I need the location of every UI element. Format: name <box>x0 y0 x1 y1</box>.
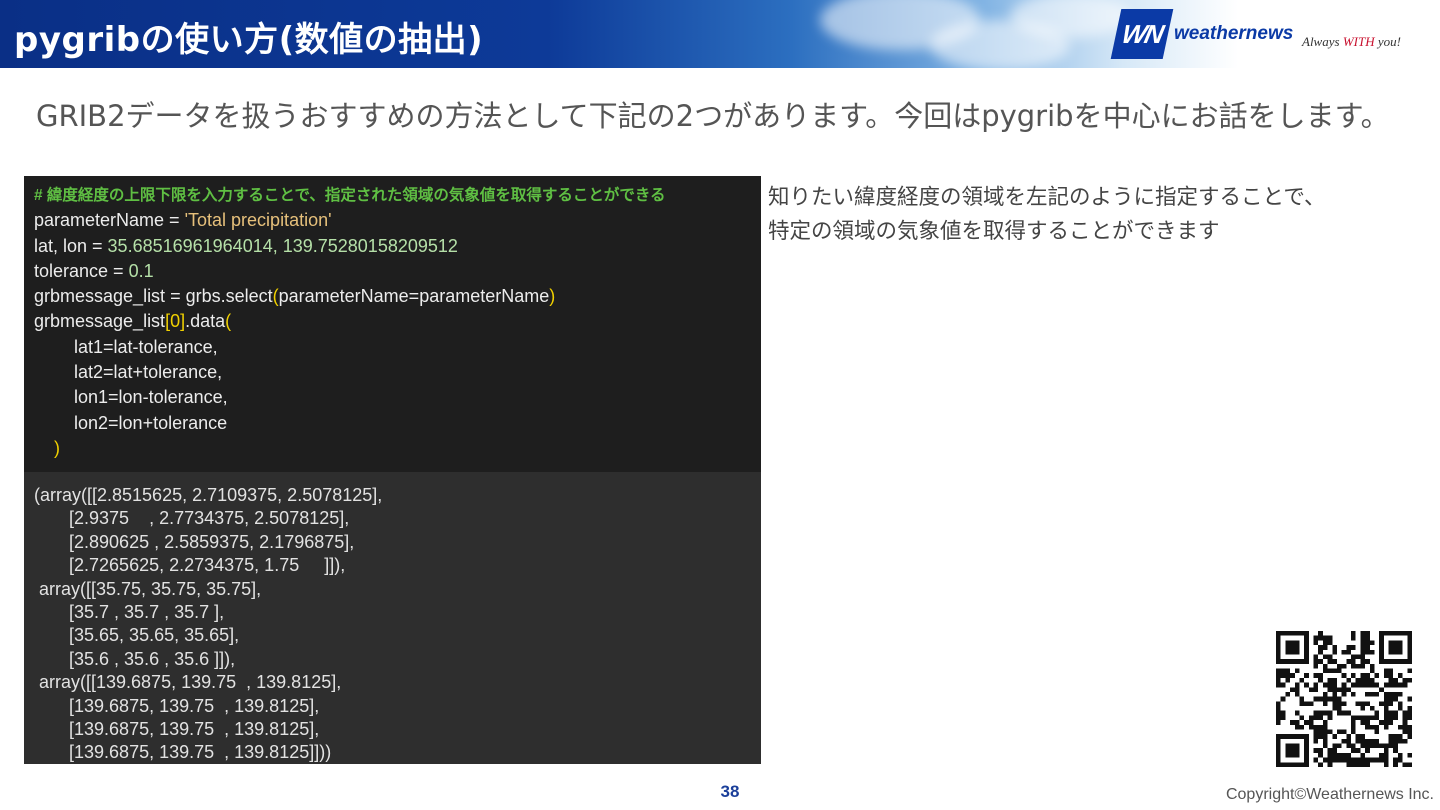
output-line: [2.9375 , 2.7734375, 2.5078125], <box>34 508 350 529</box>
code-text: .data <box>185 311 226 332</box>
output-line: [35.6 , 35.6 , 35.6 ]]), <box>34 648 236 669</box>
code-bracket: ) <box>34 437 60 458</box>
output-line: [2.7265625, 2.2734375, 1.75 ]]), <box>34 555 346 576</box>
output-line: [139.6875, 139.75 , 139.8125], <box>34 719 320 740</box>
output-line: [35.7 , 35.7 , 35.7 ], <box>34 602 225 623</box>
output-line: [35.65, 35.65, 35.65], <box>34 625 240 646</box>
code-line: parameterName = 'Total precipitation' <box>34 208 761 233</box>
code-bracket: [0] <box>165 311 186 332</box>
output-line: [2.890625 , 2.5859375, 2.1796875], <box>34 531 355 552</box>
code-text: parameterName = <box>34 210 185 231</box>
code-comment: # 緯度経度の上限下限を入力することで、指定された領域の気象値を取得することがで… <box>34 187 666 204</box>
explanation-text: 知りたい緯度経度の領域を左記のように指定することで、 特定の領域の気象値を取得す… <box>768 181 1408 249</box>
weathernews-logo: WN weathernews <box>1110 6 1294 62</box>
output-line: (array([[2.8515625, 2.7109375, 2.5078125… <box>34 485 383 505</box>
output-line: array([[139.6875, 139.75 , 139.8125], <box>34 672 342 693</box>
code-number: 0.1 <box>128 260 154 281</box>
code-text: lat, lon = <box>34 235 108 256</box>
tagline-prefix: Always <box>1302 34 1343 49</box>
slide-title: pygribの使い方(数値の抽出) <box>14 20 484 60</box>
logo-mark: WN <box>1110 9 1174 59</box>
logo-wordmark: weathernews <box>1174 23 1294 44</box>
explanation-line: 特定の領域の気象値を取得することができます <box>768 219 1220 244</box>
explanation-line: 知りたい緯度経度の領域を左記のように指定することで、 <box>768 185 1326 210</box>
code-line: grbmessage_list = grbs.select(parameterN… <box>34 284 761 309</box>
code-line: tolerance = 0.1 <box>34 259 761 284</box>
code-bracket: ( <box>225 311 232 332</box>
output-line: [139.6875, 139.75 , 139.8125], <box>34 695 320 716</box>
code-number: 35.68516961964014, 139.75280158209512 <box>107 235 458 256</box>
tagline-emphasis: WITH <box>1342 34 1375 49</box>
output-line: [139.6875, 139.75 , 139.8125]])) <box>34 742 332 763</box>
code-line: lat, lon = 35.68516961964014, 139.752801… <box>34 234 761 259</box>
code-text: grbmessage_list = grbs.select <box>34 286 273 307</box>
code-line: lon1=lon-tolerance, <box>34 387 228 408</box>
output-line: array([[35.75, 35.75, 35.75], <box>34 578 262 599</box>
code-text: grbmessage_list <box>34 311 166 332</box>
tagline-suffix: you! <box>1374 34 1401 49</box>
lead-paragraph: GRIB2データを扱うおすすめの方法として下記の2つがあります。今回はpygri… <box>36 99 1390 133</box>
code-output: (array([[2.8515625, 2.7109375, 2.5078125… <box>24 472 761 764</box>
code-text: tolerance = <box>34 260 129 281</box>
page-number: 38 <box>720 782 740 801</box>
code-text: parameterName=parameterName <box>278 286 550 307</box>
code-line: grbmessage_list[0].data( <box>34 309 761 334</box>
qr-code-icon[interactable] <box>1276 631 1412 767</box>
copyright-text: Copyright©Weathernews Inc. <box>1225 786 1434 803</box>
code-block: # 緯度経度の上限下限を入力することで、指定された領域の気象値を取得することがで… <box>24 176 761 472</box>
code-string: 'Total precipitation' <box>184 210 332 231</box>
code-line: lat2=lat+tolerance, <box>34 362 223 383</box>
code-bracket: ) <box>549 286 556 307</box>
code-line: lat1=lat-tolerance, <box>34 336 218 357</box>
logo-tagline: Always WITH you! <box>1302 34 1401 50</box>
code-line: lon2=lon+tolerance <box>34 412 228 433</box>
